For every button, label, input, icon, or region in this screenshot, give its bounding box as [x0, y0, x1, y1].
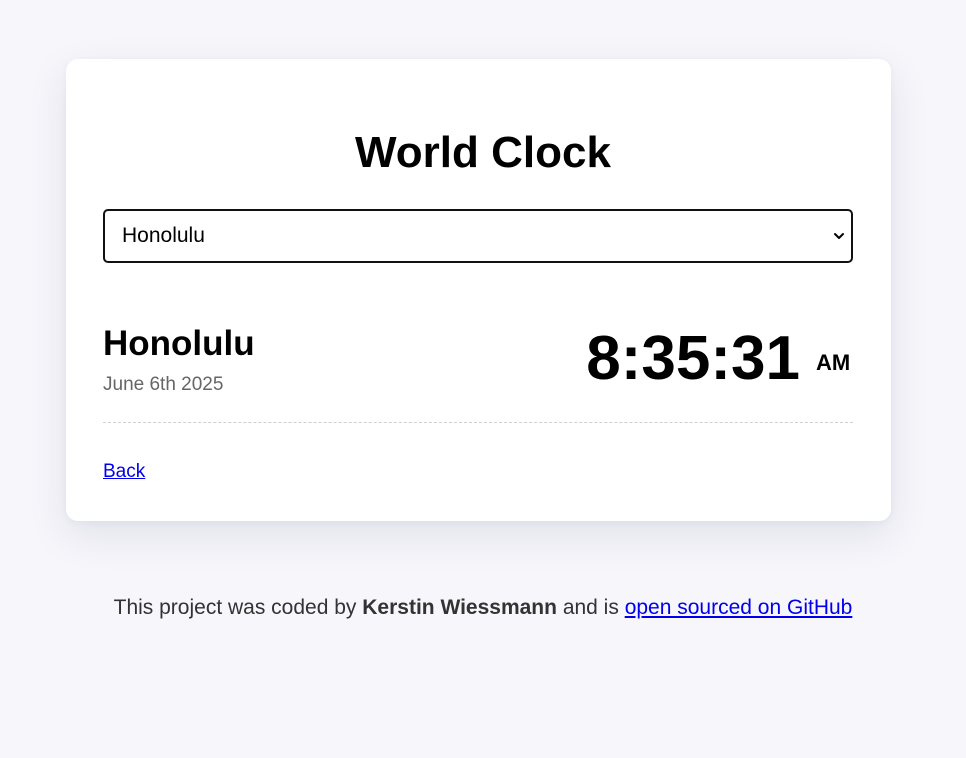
divider	[103, 422, 853, 423]
chevron-down-icon	[834, 233, 844, 239]
footer-author: Kerstin Wiessmann	[362, 596, 557, 619]
city-select-value: Honolulu	[122, 224, 205, 247]
city-name: Honolulu	[103, 324, 255, 363]
footer: This project was coded by Kerstin Wiessm…	[0, 594, 966, 622]
page-title: World Clock	[355, 128, 611, 177]
clock-time: 8:35:31	[586, 324, 800, 393]
city-date: June 6th 2025	[103, 374, 224, 395]
back-link[interactable]: Back	[103, 460, 145, 484]
clock-period: AM	[816, 350, 851, 375]
github-link[interactable]: open sourced on GitHub	[625, 596, 853, 619]
footer-prefix: This project was coded by	[113, 596, 357, 619]
city-select[interactable]: Honolulu	[103, 209, 853, 263]
footer-middle: and is	[562, 596, 619, 619]
